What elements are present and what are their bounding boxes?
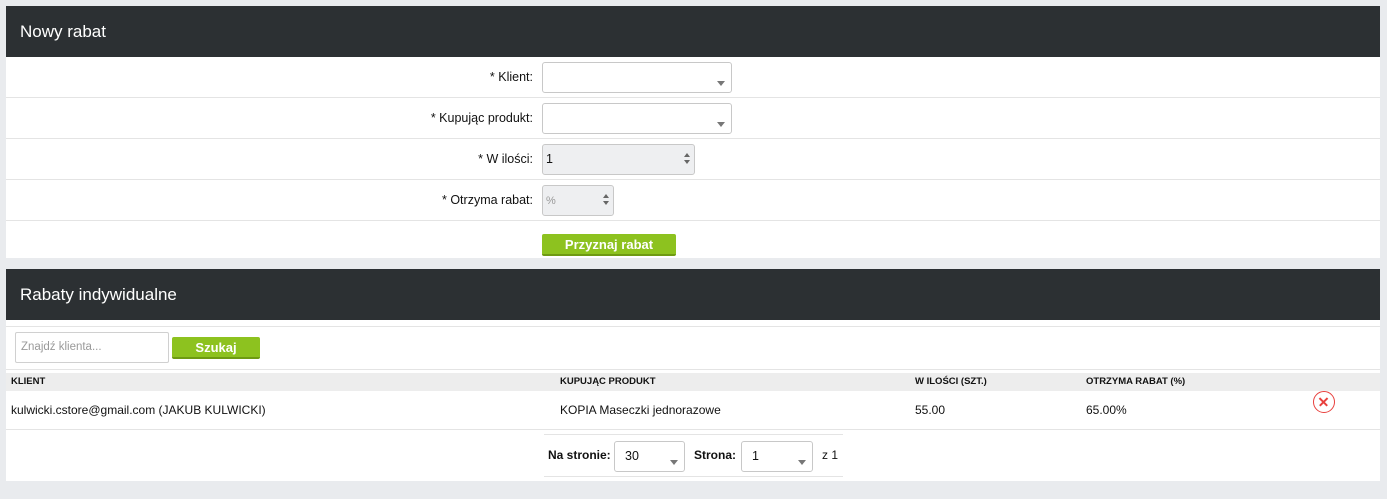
client-label: * Klient: [489, 70, 533, 84]
chevron-down-icon [798, 460, 806, 465]
spinner-icon[interactable] [603, 194, 609, 206]
new-discount-panel: Nowy rabat * Klient: * Kupując produkt: … [6, 6, 1380, 258]
product-select[interactable] [542, 103, 732, 134]
chevron-down-icon [717, 81, 725, 86]
search-button[interactable]: Szukaj [172, 337, 260, 359]
cell-client: kulwicki.cstore@gmail.com (JAKUB KULWICK… [11, 403, 266, 417]
chevron-down-icon [717, 122, 725, 127]
per-page-select[interactable]: 30 [614, 441, 685, 472]
discount-row: * Otrzyma rabat: % [6, 180, 1380, 221]
delete-icon[interactable] [1313, 391, 1335, 413]
grant-discount-button[interactable]: Przyznaj rabat [542, 234, 676, 256]
search-bar: Znajdź klienta... Szukaj [6, 326, 1380, 370]
panel-title: Nowy rabat [6, 6, 1380, 57]
quantity-label: * W ilości: [478, 152, 533, 166]
client-select[interactable] [542, 62, 732, 93]
product-label: * Kupując produkt: [430, 111, 533, 125]
quantity-input[interactable]: 1 [542, 144, 695, 175]
column-header-product: KUPUJĄC PRODUKT [560, 376, 656, 387]
spinner-icon[interactable] [684, 153, 690, 165]
pagination: Na stronie: 30 Strona: 1 z 1 [544, 434, 843, 477]
table-header: KLIENT KUPUJĄC PRODUKT W ILOŚCI (SZT.) O… [6, 373, 1380, 391]
quantity-value: 1 [546, 152, 553, 166]
cell-product: KOPIA Maseczki jednorazowe [560, 403, 721, 417]
page-count: z 1 [822, 448, 839, 462]
column-header-client: KLIENT [11, 376, 46, 387]
discount-placeholder: % [546, 195, 556, 207]
page-label: Strona: [694, 448, 736, 462]
column-header-discount: OTRZYMA RABAT (%) [1086, 376, 1186, 387]
table-row: kulwicki.cstore@gmail.com (JAKUB KULWICK… [6, 391, 1380, 430]
client-row: * Klient: [6, 57, 1380, 98]
discount-label: * Otrzyma rabat: [442, 193, 533, 207]
page-select[interactable]: 1 [741, 441, 813, 472]
page-value: 1 [752, 449, 759, 463]
cell-quantity: 55.00 [915, 403, 946, 417]
discount-input[interactable]: % [542, 185, 614, 216]
chevron-down-icon [670, 460, 678, 465]
cell-discount: 65.00% [1086, 403, 1127, 417]
column-header-quantity: W ILOŚCI (SZT.) [915, 376, 987, 387]
quantity-row: * W ilości: 1 [6, 139, 1380, 180]
panel-title: Rabaty indywidualne [6, 269, 1380, 320]
per-page-label: Na stronie: [548, 448, 611, 462]
client-search-input[interactable]: Znajdź klienta... [15, 332, 169, 363]
product-row: * Kupując produkt: [6, 98, 1380, 139]
individual-discounts-panel: Rabaty indywidualne Znajdź klienta... Sz… [6, 269, 1380, 481]
per-page-value: 30 [625, 449, 639, 463]
